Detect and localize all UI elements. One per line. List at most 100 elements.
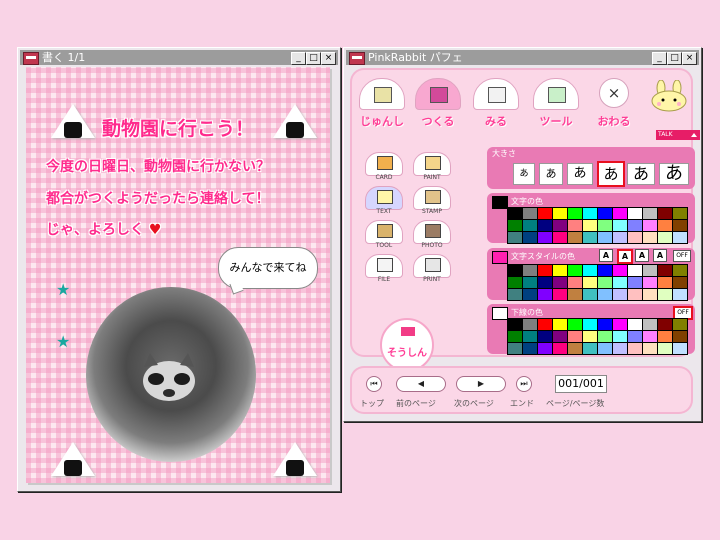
owaru-button[interactable]: × おわる bbox=[590, 78, 638, 129]
color-swatch[interactable] bbox=[583, 343, 597, 354]
color-swatch[interactable] bbox=[538, 277, 552, 288]
color-swatch[interactable] bbox=[643, 331, 657, 342]
color-swatch[interactable] bbox=[523, 208, 537, 219]
color-swatch[interactable] bbox=[538, 232, 552, 243]
color-swatch[interactable] bbox=[658, 319, 672, 330]
color-swatch[interactable] bbox=[538, 265, 552, 276]
card-tool[interactable]: CARD bbox=[364, 152, 404, 182]
maximize-button[interactable]: □ bbox=[667, 52, 682, 65]
text-tool[interactable]: TEXT bbox=[364, 186, 404, 216]
color-swatch[interactable] bbox=[673, 220, 687, 231]
color-swatch[interactable] bbox=[628, 232, 642, 243]
color-swatch[interactable] bbox=[658, 208, 672, 219]
color-swatch[interactable] bbox=[598, 331, 612, 342]
style-color-palette[interactable] bbox=[507, 264, 688, 301]
color-swatch[interactable] bbox=[673, 289, 687, 300]
color-swatch[interactable] bbox=[613, 319, 627, 330]
color-swatch[interactable] bbox=[508, 232, 522, 243]
style-option-3[interactable]: A bbox=[635, 249, 649, 262]
color-swatch[interactable] bbox=[553, 265, 567, 276]
color-swatch[interactable] bbox=[673, 343, 687, 354]
first-page-button[interactable]: ⏮ bbox=[366, 376, 382, 392]
color-swatch[interactable] bbox=[613, 343, 627, 354]
color-swatch[interactable] bbox=[658, 277, 672, 288]
color-swatch[interactable] bbox=[553, 343, 567, 354]
color-swatch[interactable] bbox=[598, 319, 612, 330]
color-swatch[interactable] bbox=[538, 319, 552, 330]
style-off-button[interactable]: OFF bbox=[673, 250, 691, 262]
tool-tool[interactable]: TOOL bbox=[364, 220, 404, 250]
color-swatch[interactable] bbox=[553, 277, 567, 288]
color-swatch[interactable] bbox=[613, 208, 627, 219]
color-swatch[interactable] bbox=[508, 220, 522, 231]
color-swatch[interactable] bbox=[583, 319, 597, 330]
color-swatch[interactable] bbox=[538, 208, 552, 219]
color-swatch[interactable] bbox=[553, 331, 567, 342]
color-swatch[interactable] bbox=[568, 208, 582, 219]
color-swatch[interactable] bbox=[583, 220, 597, 231]
color-swatch[interactable] bbox=[508, 265, 522, 276]
maximize-button[interactable]: □ bbox=[306, 52, 321, 65]
color-swatch[interactable] bbox=[658, 220, 672, 231]
color-swatch[interactable] bbox=[508, 319, 522, 330]
color-swatch[interactable] bbox=[673, 208, 687, 219]
color-swatch[interactable] bbox=[658, 343, 672, 354]
color-swatch[interactable] bbox=[568, 265, 582, 276]
color-swatch[interactable] bbox=[553, 289, 567, 300]
color-swatch[interactable] bbox=[628, 319, 642, 330]
color-swatch[interactable] bbox=[658, 289, 672, 300]
color-swatch[interactable] bbox=[628, 289, 642, 300]
size-option-3[interactable]: あ bbox=[567, 163, 593, 185]
color-swatch[interactable] bbox=[643, 232, 657, 243]
color-swatch[interactable] bbox=[628, 331, 642, 342]
color-swatch[interactable] bbox=[628, 343, 642, 354]
color-swatch[interactable] bbox=[523, 220, 537, 231]
color-swatch[interactable] bbox=[598, 265, 612, 276]
color-swatch[interactable] bbox=[568, 277, 582, 288]
style-option-4[interactable]: A bbox=[653, 249, 667, 262]
color-swatch[interactable] bbox=[613, 232, 627, 243]
send-button[interactable]: そうしん bbox=[380, 318, 434, 372]
color-swatch[interactable] bbox=[673, 319, 687, 330]
color-swatch[interactable] bbox=[673, 265, 687, 276]
color-swatch[interactable] bbox=[643, 277, 657, 288]
color-swatch[interactable] bbox=[598, 220, 612, 231]
color-swatch[interactable] bbox=[538, 289, 552, 300]
color-swatch[interactable] bbox=[598, 277, 612, 288]
color-swatch[interactable] bbox=[583, 289, 597, 300]
color-swatch[interactable] bbox=[643, 220, 657, 231]
color-swatch[interactable] bbox=[568, 319, 582, 330]
tsukuru-button[interactable]: つくる bbox=[414, 78, 462, 129]
style-option-1[interactable]: A bbox=[599, 249, 613, 262]
minimize-button[interactable]: _ bbox=[652, 52, 667, 65]
color-swatch[interactable] bbox=[673, 232, 687, 243]
paint-tool[interactable]: PAINT bbox=[412, 152, 452, 182]
color-swatch[interactable] bbox=[658, 265, 672, 276]
color-swatch[interactable] bbox=[508, 208, 522, 219]
color-swatch[interactable] bbox=[553, 220, 567, 231]
color-swatch[interactable] bbox=[613, 265, 627, 276]
color-swatch[interactable] bbox=[658, 331, 672, 342]
color-swatch[interactable] bbox=[643, 289, 657, 300]
color-swatch[interactable] bbox=[523, 343, 537, 354]
color-swatch[interactable] bbox=[673, 331, 687, 342]
color-swatch[interactable] bbox=[628, 265, 642, 276]
color-swatch[interactable] bbox=[583, 331, 597, 342]
style-option-2[interactable]: A bbox=[617, 249, 633, 264]
size-option-4[interactable]: あ bbox=[597, 161, 625, 187]
stamp-tool[interactable]: STAMP bbox=[412, 186, 452, 216]
card-canvas[interactable]: 動物園に行こう！ 今度の日曜日、動物園に行かない？ 都合がつくようだったら連絡し… bbox=[26, 67, 330, 483]
color-swatch[interactable] bbox=[583, 208, 597, 219]
color-swatch[interactable] bbox=[568, 289, 582, 300]
color-swatch[interactable] bbox=[538, 343, 552, 354]
junshi-button[interactable]: じゅんし bbox=[358, 78, 406, 129]
prev-page-button[interactable]: ◀ bbox=[396, 376, 446, 392]
color-swatch[interactable] bbox=[583, 277, 597, 288]
parfait-window-titlebar[interactable]: PinkRabbit パフェ _ □ × bbox=[346, 50, 699, 65]
color-swatch[interactable] bbox=[568, 220, 582, 231]
write-window-titlebar[interactable]: 書く 1/1 _ □ × bbox=[20, 50, 338, 65]
file-tool[interactable]: FILE bbox=[364, 254, 404, 284]
pink-rabbit-icon[interactable] bbox=[649, 80, 689, 112]
color-swatch[interactable] bbox=[613, 331, 627, 342]
next-page-button[interactable]: ▶ bbox=[456, 376, 506, 392]
